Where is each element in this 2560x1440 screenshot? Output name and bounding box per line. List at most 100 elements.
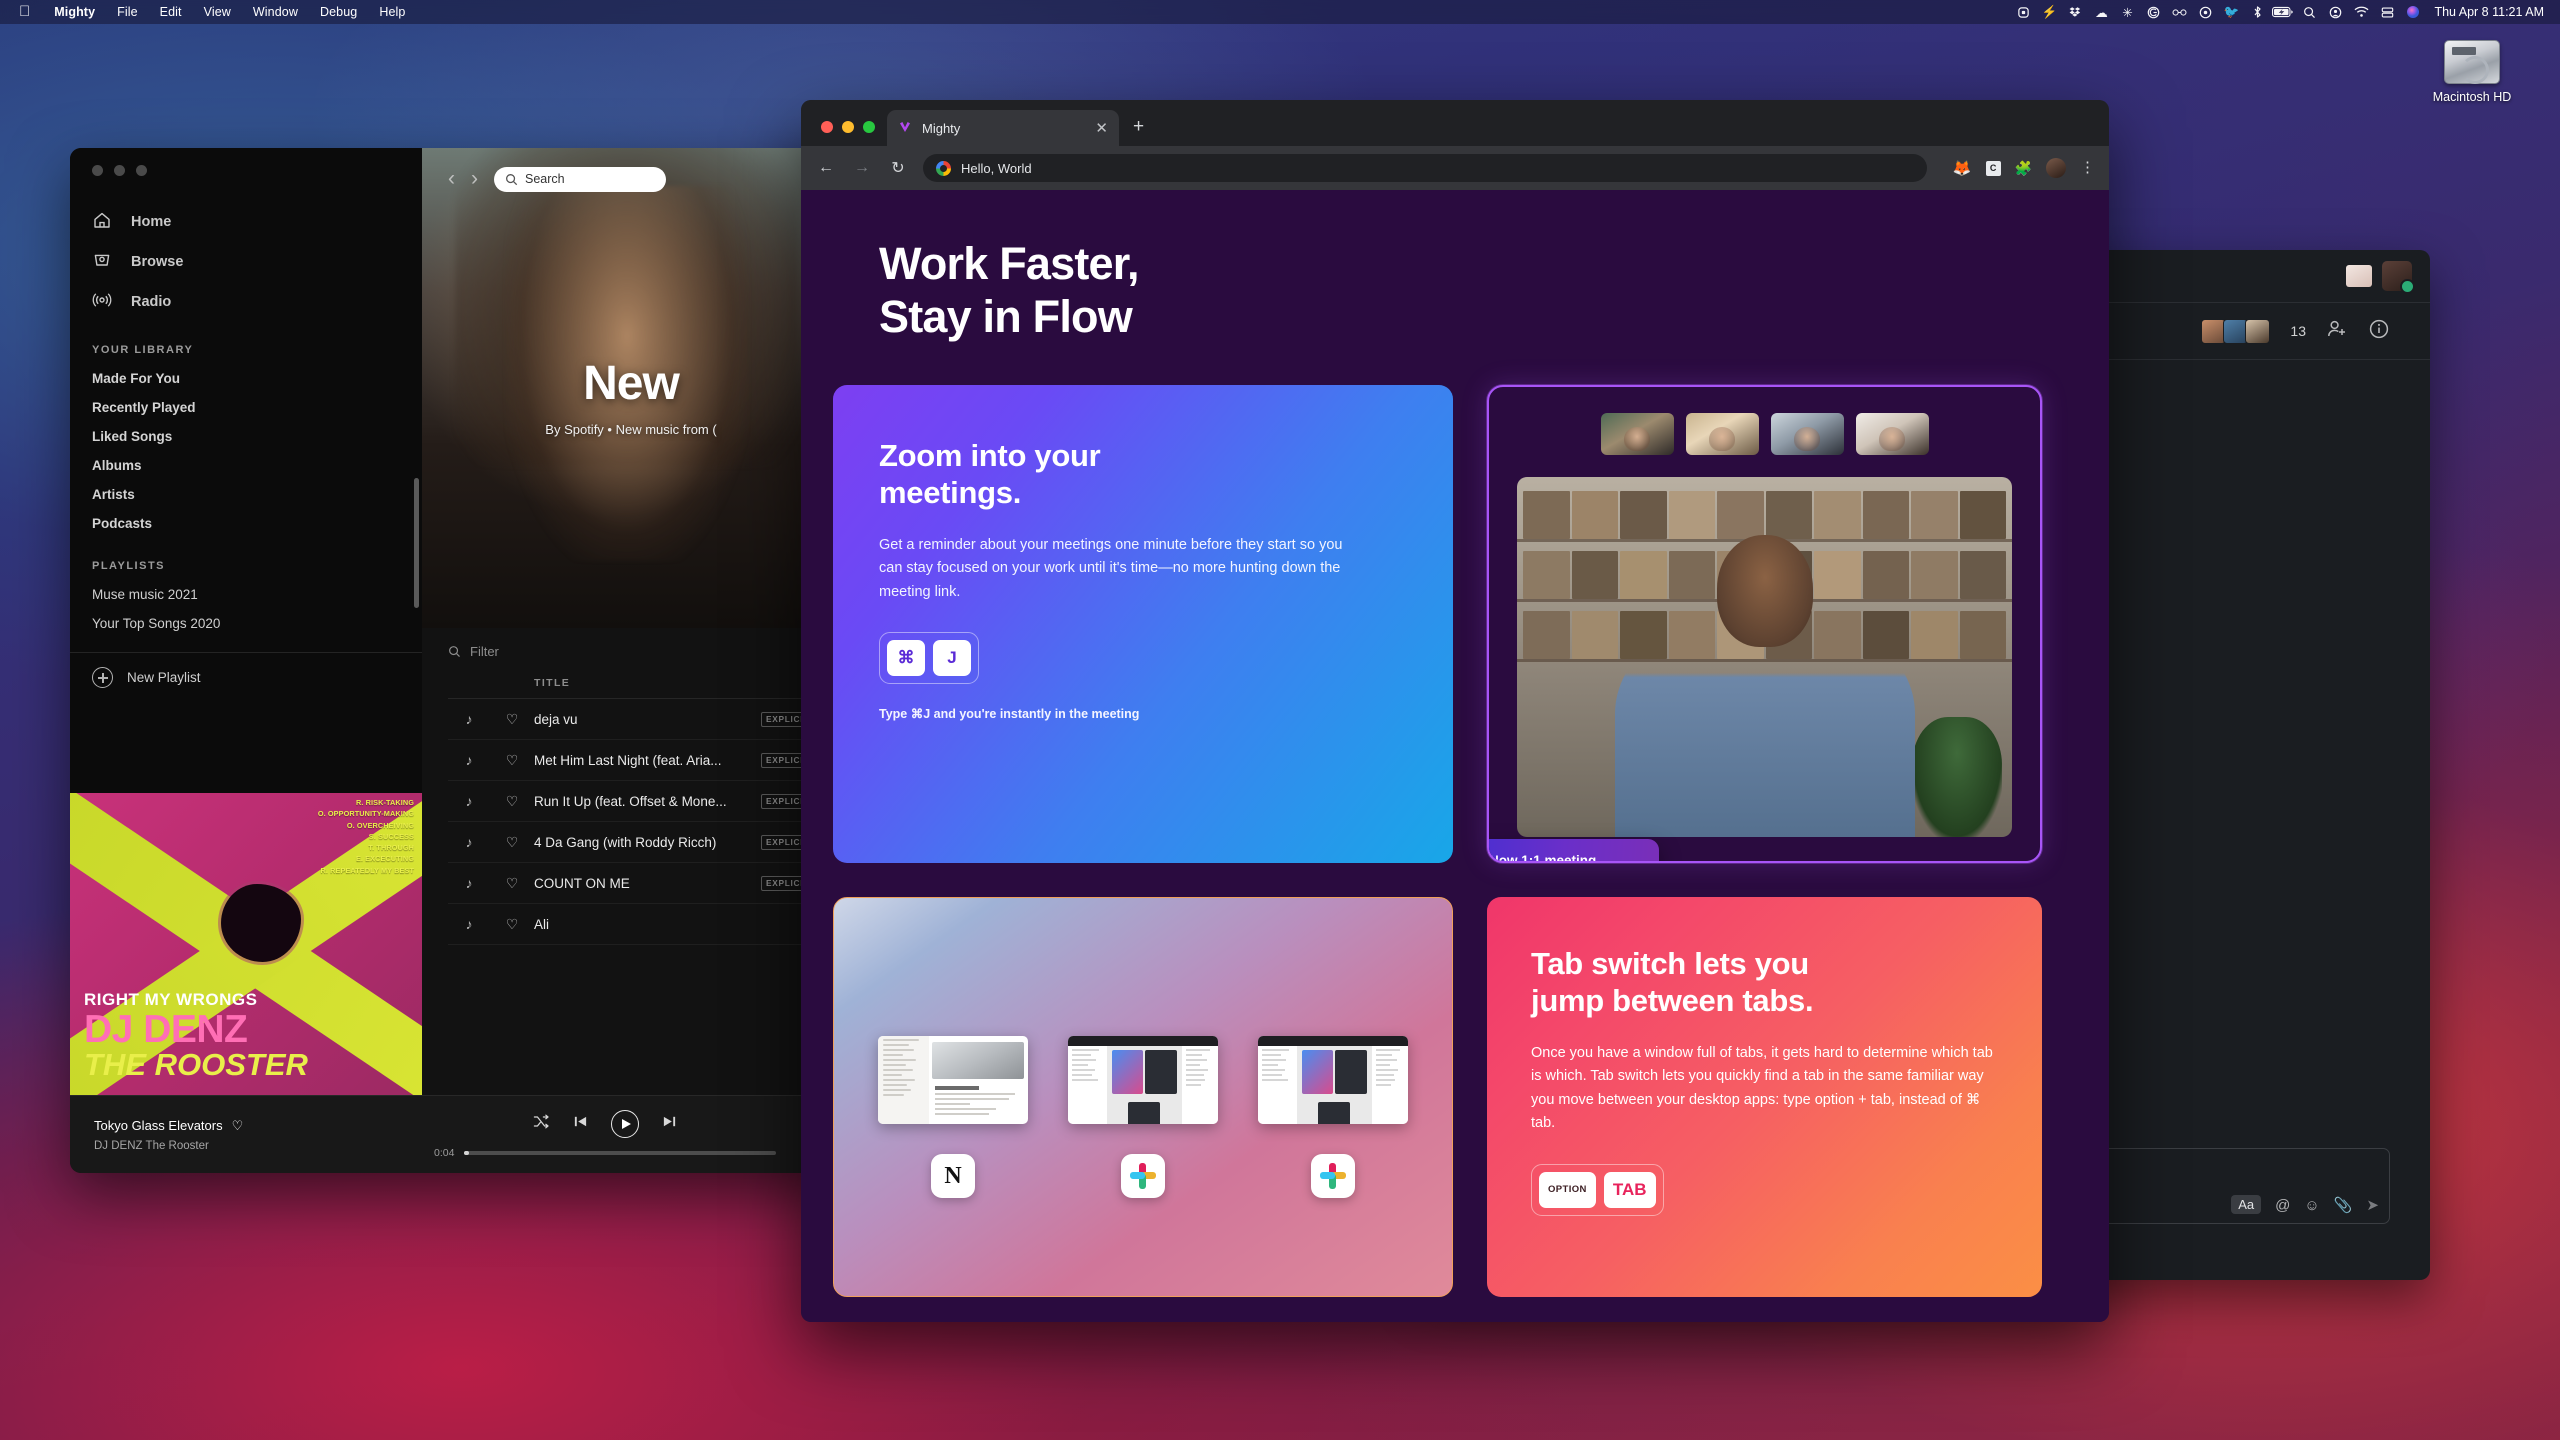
new-tab-icon[interactable]: + bbox=[1119, 116, 1158, 146]
close-button[interactable] bbox=[92, 165, 103, 176]
hummingbird-icon[interactable]: 🐦 bbox=[2218, 0, 2244, 24]
menu-item-edit[interactable]: Edit bbox=[149, 5, 193, 19]
sidebar-item-recently-played[interactable]: Recently Played bbox=[70, 393, 422, 422]
previous-icon[interactable] bbox=[573, 1114, 588, 1134]
menu-item-file[interactable]: File bbox=[106, 5, 149, 19]
send-icon[interactable]: ➤ bbox=[2366, 1196, 2379, 1214]
maximize-button[interactable] bbox=[136, 165, 147, 176]
format-text-icon[interactable]: Aa bbox=[2231, 1195, 2262, 1214]
heart-icon[interactable]: ♡ bbox=[490, 916, 534, 933]
bluetooth-icon[interactable] bbox=[2244, 0, 2270, 24]
play-icon[interactable] bbox=[611, 1110, 639, 1138]
info-icon[interactable] bbox=[2368, 318, 2390, 345]
slack-user-avatar[interactable] bbox=[2382, 261, 2415, 294]
battery-charging-icon[interactable] bbox=[2270, 0, 2296, 24]
reload-icon[interactable]: ↻ bbox=[887, 158, 909, 178]
forward-arrow-icon[interactable]: › bbox=[471, 167, 478, 191]
timer-icon[interactable] bbox=[2192, 0, 2218, 24]
calendar-extension-icon[interactable]: C bbox=[1985, 160, 2001, 176]
sidebar-item-browse[interactable]: Browse bbox=[70, 242, 422, 282]
app-switcher-item-slack-2[interactable]: Slack bbox=[1258, 1036, 1408, 1199]
sidebar-item-artists[interactable]: Artists bbox=[70, 480, 422, 509]
maximize-button[interactable] bbox=[863, 121, 875, 133]
spotify-window[interactable]: Home Browse Radio YOUR LIBRARY Made For … bbox=[70, 148, 840, 1173]
minimize-button[interactable] bbox=[114, 165, 125, 176]
address-bar[interactable]: Hello, World bbox=[923, 154, 1927, 182]
gear-sun-icon[interactable]: ✳ bbox=[2114, 0, 2140, 24]
forward-arrow-icon[interactable]: → bbox=[851, 159, 873, 177]
new-playlist-button[interactable]: New Playlist bbox=[70, 653, 422, 688]
wifi-icon[interactable] bbox=[2348, 0, 2374, 24]
search-input[interactable]: Search bbox=[494, 166, 666, 192]
close-icon[interactable]: ✕ bbox=[1095, 119, 1108, 137]
grammarly-icon[interactable] bbox=[2140, 0, 2166, 24]
browser-tab[interactable]: Mighty ✕ bbox=[887, 110, 1119, 146]
table-row[interactable]: ♪ ♡ deja vu EXPLICIT bbox=[448, 699, 814, 740]
cloud-icon[interactable]: ☁ bbox=[2088, 0, 2114, 24]
heart-icon[interactable]: ♡ bbox=[490, 752, 534, 769]
feature-card-zoom[interactable]: Zoom into your meetings. Get a reminder … bbox=[833, 385, 1453, 864]
heart-icon[interactable]: ♡ bbox=[490, 793, 534, 810]
next-icon[interactable] bbox=[662, 1114, 677, 1134]
attach-icon[interactable]: 📎 bbox=[2334, 1196, 2353, 1214]
desktop-icon-macintosh-hd[interactable]: Macintosh HD bbox=[2412, 40, 2532, 104]
sidebar-item-liked-songs[interactable]: Liked Songs bbox=[70, 422, 422, 451]
sidebar-item-your-top-songs-2020[interactable]: Your Top Songs 2020 bbox=[70, 609, 422, 638]
add-person-icon[interactable] bbox=[2326, 318, 2348, 345]
heart-icon[interactable]: ♡ bbox=[490, 834, 534, 851]
menu-bar-clock[interactable]: Thu Apr 8 11:21 AM bbox=[2426, 5, 2550, 19]
control-center-icon[interactable] bbox=[2322, 0, 2348, 24]
feature-card-meeting[interactable]: Now 1:1 meeting Press esc to dismiss bbox=[1487, 385, 2042, 864]
display-icon[interactable] bbox=[2374, 0, 2400, 24]
track-filter-input[interactable]: Filter bbox=[422, 628, 840, 667]
table-row[interactable]: ♪ ♡ Run It Up (feat. Offset & Mone... EX… bbox=[448, 781, 814, 822]
app-switcher-item-notion[interactable]: N Notion bbox=[878, 1036, 1028, 1199]
feature-card-app-switcher[interactable]: N Notion bbox=[833, 897, 1453, 1298]
browser-traffic-lights[interactable] bbox=[815, 121, 887, 146]
sidebar-item-muse-music-2021[interactable]: Muse music 2021 bbox=[70, 580, 422, 609]
spotify-traffic-lights[interactable] bbox=[70, 148, 422, 176]
heart-icon[interactable]: ♡ bbox=[232, 1118, 244, 1134]
document-thumbnail-icon[interactable] bbox=[2346, 265, 2372, 287]
puzzle-extension-icon[interactable]: 🧩 bbox=[2015, 160, 2032, 177]
mighty-browser-window[interactable]: Mighty ✕ + ← → ↻ Hello, World 🦊 C 🧩 ⋮ Wo… bbox=[801, 100, 2109, 1322]
search-icon[interactable] bbox=[2296, 0, 2322, 24]
more-menu-icon[interactable]: ⋮ bbox=[2080, 160, 2095, 174]
screen-recording-icon[interactable] bbox=[2010, 0, 2036, 24]
table-row[interactable]: ♪ ♡ Met Him Last Night (feat. Aria... EX… bbox=[448, 740, 814, 781]
menu-item-help[interactable]: Help bbox=[368, 5, 416, 19]
slack-member-avatars[interactable] bbox=[2201, 318, 2271, 344]
heart-icon[interactable]: ♡ bbox=[490, 875, 534, 892]
sidebar-item-home[interactable]: Home bbox=[70, 202, 422, 242]
shuffle-icon[interactable] bbox=[533, 1113, 550, 1135]
table-row[interactable]: ♪ ♡ COUNT ON ME EXPLICIT bbox=[448, 863, 814, 904]
menu-item-mighty[interactable]: Mighty bbox=[43, 5, 106, 19]
sidebar-item-albums[interactable]: Albums bbox=[70, 451, 422, 480]
app-switcher-item-slack-1[interactable]: Slack bbox=[1068, 1036, 1218, 1199]
emoji-icon[interactable]: ☺ bbox=[2304, 1197, 2319, 1214]
dropbox-icon[interactable] bbox=[2062, 0, 2088, 24]
minimize-button[interactable] bbox=[842, 121, 854, 133]
firefox-extension-icon[interactable]: 🦊 bbox=[1953, 159, 1972, 177]
menu-item-window[interactable]: Window bbox=[242, 5, 309, 19]
profile-avatar[interactable] bbox=[2046, 158, 2066, 178]
sidebar-item-radio[interactable]: Radio bbox=[70, 282, 422, 322]
back-arrow-icon[interactable]: ‹ bbox=[448, 167, 455, 191]
apple-logo-icon[interactable]:  bbox=[10, 4, 43, 21]
feature-card-tab-switch[interactable]: Tab switch lets you jump between tabs. O… bbox=[1487, 897, 2042, 1298]
menu-item-view[interactable]: View bbox=[193, 5, 242, 19]
sidebar-item-podcasts[interactable]: Podcasts bbox=[70, 509, 422, 538]
heart-icon[interactable]: ♡ bbox=[490, 711, 534, 728]
close-button[interactable] bbox=[821, 121, 833, 133]
back-arrow-icon[interactable]: ← bbox=[815, 159, 837, 177]
meeting-notification-badge[interactable]: Now 1:1 meeting Press esc to dismiss bbox=[1489, 839, 1659, 862]
siri-icon[interactable] bbox=[2400, 0, 2426, 24]
sidebar-item-made-for-you[interactable]: Made For You bbox=[70, 364, 422, 393]
bolt-icon[interactable]: ⚡ bbox=[2036, 0, 2062, 24]
mention-icon[interactable]: @ bbox=[2275, 1197, 2290, 1214]
table-row[interactable]: ♪ ♡ Ali bbox=[448, 904, 814, 945]
menu-item-debug[interactable]: Debug bbox=[309, 5, 368, 19]
glasses-icon[interactable] bbox=[2166, 0, 2192, 24]
progress-slider[interactable] bbox=[464, 1151, 776, 1155]
sidebar-scrollbar[interactable] bbox=[414, 478, 419, 608]
